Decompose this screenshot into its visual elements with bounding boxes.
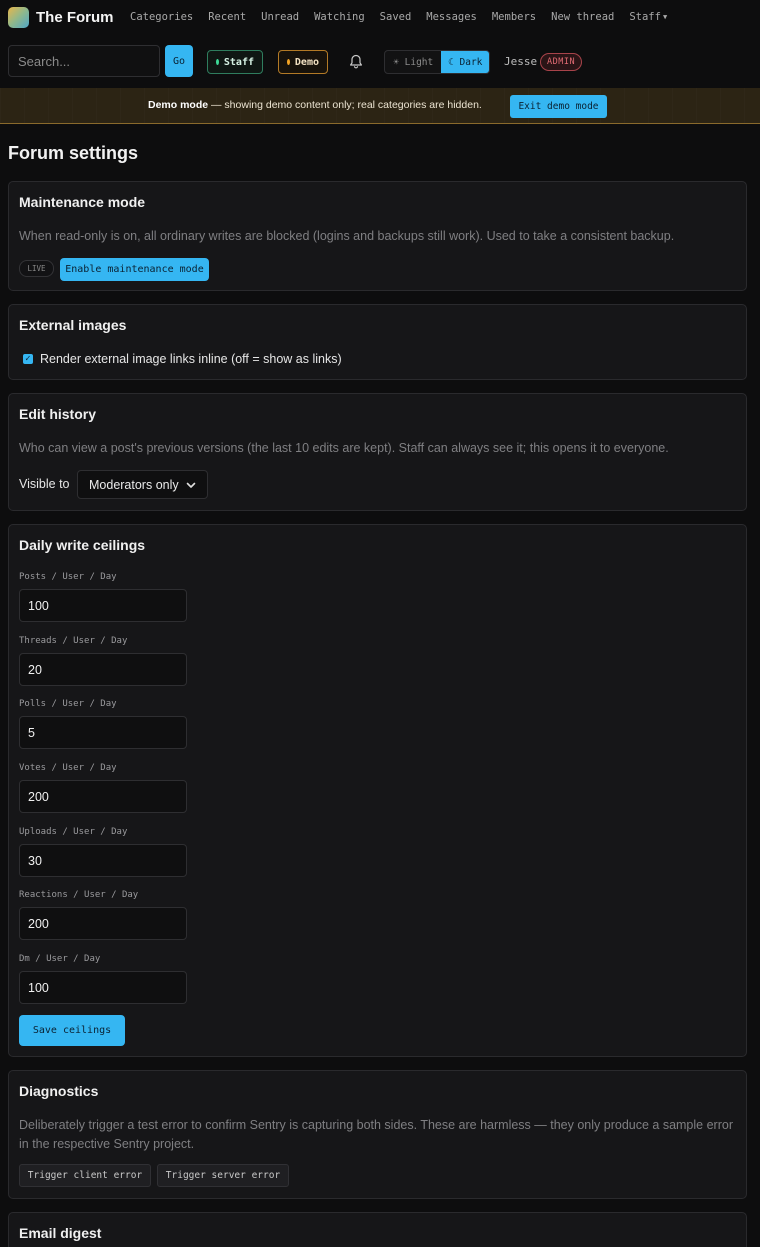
threads-per-day-input[interactable]: 20: [19, 653, 187, 686]
write-ceilings-title: Daily write ceilings: [19, 537, 146, 553]
exit-demo-button[interactable]: Exit demo mode: [510, 95, 607, 118]
uploads-per-day-input[interactable]: 30: [19, 844, 187, 877]
nav-link-new-thread[interactable]: New thread: [551, 11, 614, 23]
nav-links: Categories Recent Unread Watching Saved …: [130, 11, 682, 23]
user-name[interactable]: Jesse: [504, 55, 537, 68]
search-input[interactable]: [8, 45, 160, 77]
staff-menu-label: Staff: [629, 11, 661, 23]
edit-history-card: Edit history Who can view a post's previ…: [8, 393, 747, 511]
status-dot-icon: [216, 59, 219, 65]
theme-toggle: ☀ Light ☾ Dark: [384, 50, 490, 74]
theme-dark-option[interactable]: ☾ Dark: [441, 51, 489, 73]
write-ceilings-card: Daily write ceilings Posts / User / Day …: [8, 524, 747, 1057]
visible-to-value: Moderators only: [89, 477, 179, 492]
role-badge: ADMIN: [540, 53, 583, 71]
bell-icon[interactable]: [348, 54, 364, 70]
status-dot-icon: [287, 59, 290, 65]
nav-link-unread[interactable]: Unread: [261, 11, 299, 23]
trigger-client-error-button[interactable]: Trigger client error: [19, 1164, 151, 1187]
checkmark-icon: ✓: [24, 354, 32, 363]
maintenance-description: When read-only is on, all ordinary write…: [19, 229, 675, 243]
nav-link-saved[interactable]: Saved: [380, 11, 412, 23]
search-go-button[interactable]: Go: [165, 45, 193, 77]
demo-banner: Demo mode — showing demo content only; r…: [0, 88, 760, 124]
theme-light-option[interactable]: ☀ Light: [385, 51, 441, 73]
chevron-down-icon: ▼: [662, 13, 668, 21]
external-images-title: External images: [19, 317, 127, 333]
field-label: Threads / User / Day: [19, 636, 128, 646]
field-label: Dm / User / Day: [19, 954, 101, 964]
votes-per-day-input[interactable]: 200: [19, 780, 187, 813]
field-label: Polls / User / Day: [19, 699, 117, 709]
chevron-down-icon: [186, 482, 196, 488]
staff-pill-label: Staff: [223, 56, 254, 68]
nav-link-watching[interactable]: Watching: [314, 11, 365, 23]
demo-banner-text: Demo mode — showing demo content only; r…: [148, 99, 482, 111]
field-label: Reactions / User / Day: [19, 890, 139, 900]
field-label: Posts / User / Day: [19, 572, 117, 582]
trigger-server-error-button[interactable]: Trigger server error: [157, 1164, 289, 1187]
demo-banner-message: — showing demo content only; real catego…: [208, 99, 482, 111]
visible-to-label: Visible to: [19, 477, 70, 491]
nav-link-messages[interactable]: Messages: [426, 11, 477, 23]
render-inline-checkbox[interactable]: ✓: [23, 354, 33, 364]
demo-pill-label: Demo: [294, 56, 319, 68]
status-badge: LIVE: [19, 260, 54, 277]
email-digest-card: Email digest: [8, 1212, 747, 1247]
save-ceilings-button[interactable]: Save ceilings: [19, 1015, 125, 1046]
posts-per-day-input[interactable]: 100: [19, 589, 187, 622]
email-digest-title: Email digest: [19, 1225, 102, 1241]
diagnostics-description: Deliberately trigger a test error to con…: [19, 1118, 733, 1151]
edit-history-title: Edit history: [19, 406, 97, 422]
nav-link-members[interactable]: Members: [492, 11, 536, 23]
external-images-card: External images ✓ Render external image …: [8, 304, 747, 380]
nav-link-categories[interactable]: Categories: [130, 11, 193, 23]
top-nav: The Forum Categories Recent Unread Watch…: [0, 0, 760, 36]
polls-per-day-input[interactable]: 5: [19, 716, 187, 749]
maintenance-card: Maintenance mode When read-only is on, a…: [8, 181, 747, 291]
nav-staff-menu[interactable]: Staff ▼: [629, 11, 667, 23]
nav-link-recent[interactable]: Recent: [208, 11, 246, 23]
demo-banner-strong: Demo mode: [148, 99, 209, 111]
demo-mode-pill[interactable]: Demo: [278, 50, 328, 74]
staff-mode-pill[interactable]: Staff: [207, 50, 263, 74]
maintenance-title: Maintenance mode: [19, 194, 146, 210]
dm-per-day-input[interactable]: 100: [19, 971, 187, 1004]
brand-title[interactable]: The Forum: [36, 9, 114, 26]
diagnostics-card: Diagnostics Deliberately trigger a test …: [8, 1070, 747, 1199]
enable-maintenance-button[interactable]: Enable maintenance mode: [60, 258, 209, 281]
diagnostics-title: Diagnostics: [19, 1083, 99, 1099]
render-inline-label[interactable]: Render external image links inline (off …: [40, 352, 342, 366]
field-label: Votes / User / Day: [19, 763, 117, 773]
reactions-per-day-input[interactable]: 200: [19, 907, 187, 940]
page-title: Forum settings: [8, 143, 139, 163]
forum-logo-icon[interactable]: [8, 7, 29, 28]
edit-history-description: Who can view a post's previous versions …: [19, 441, 669, 455]
field-label: Uploads / User / Day: [19, 827, 128, 837]
visible-to-select[interactable]: Moderators only: [77, 470, 208, 499]
